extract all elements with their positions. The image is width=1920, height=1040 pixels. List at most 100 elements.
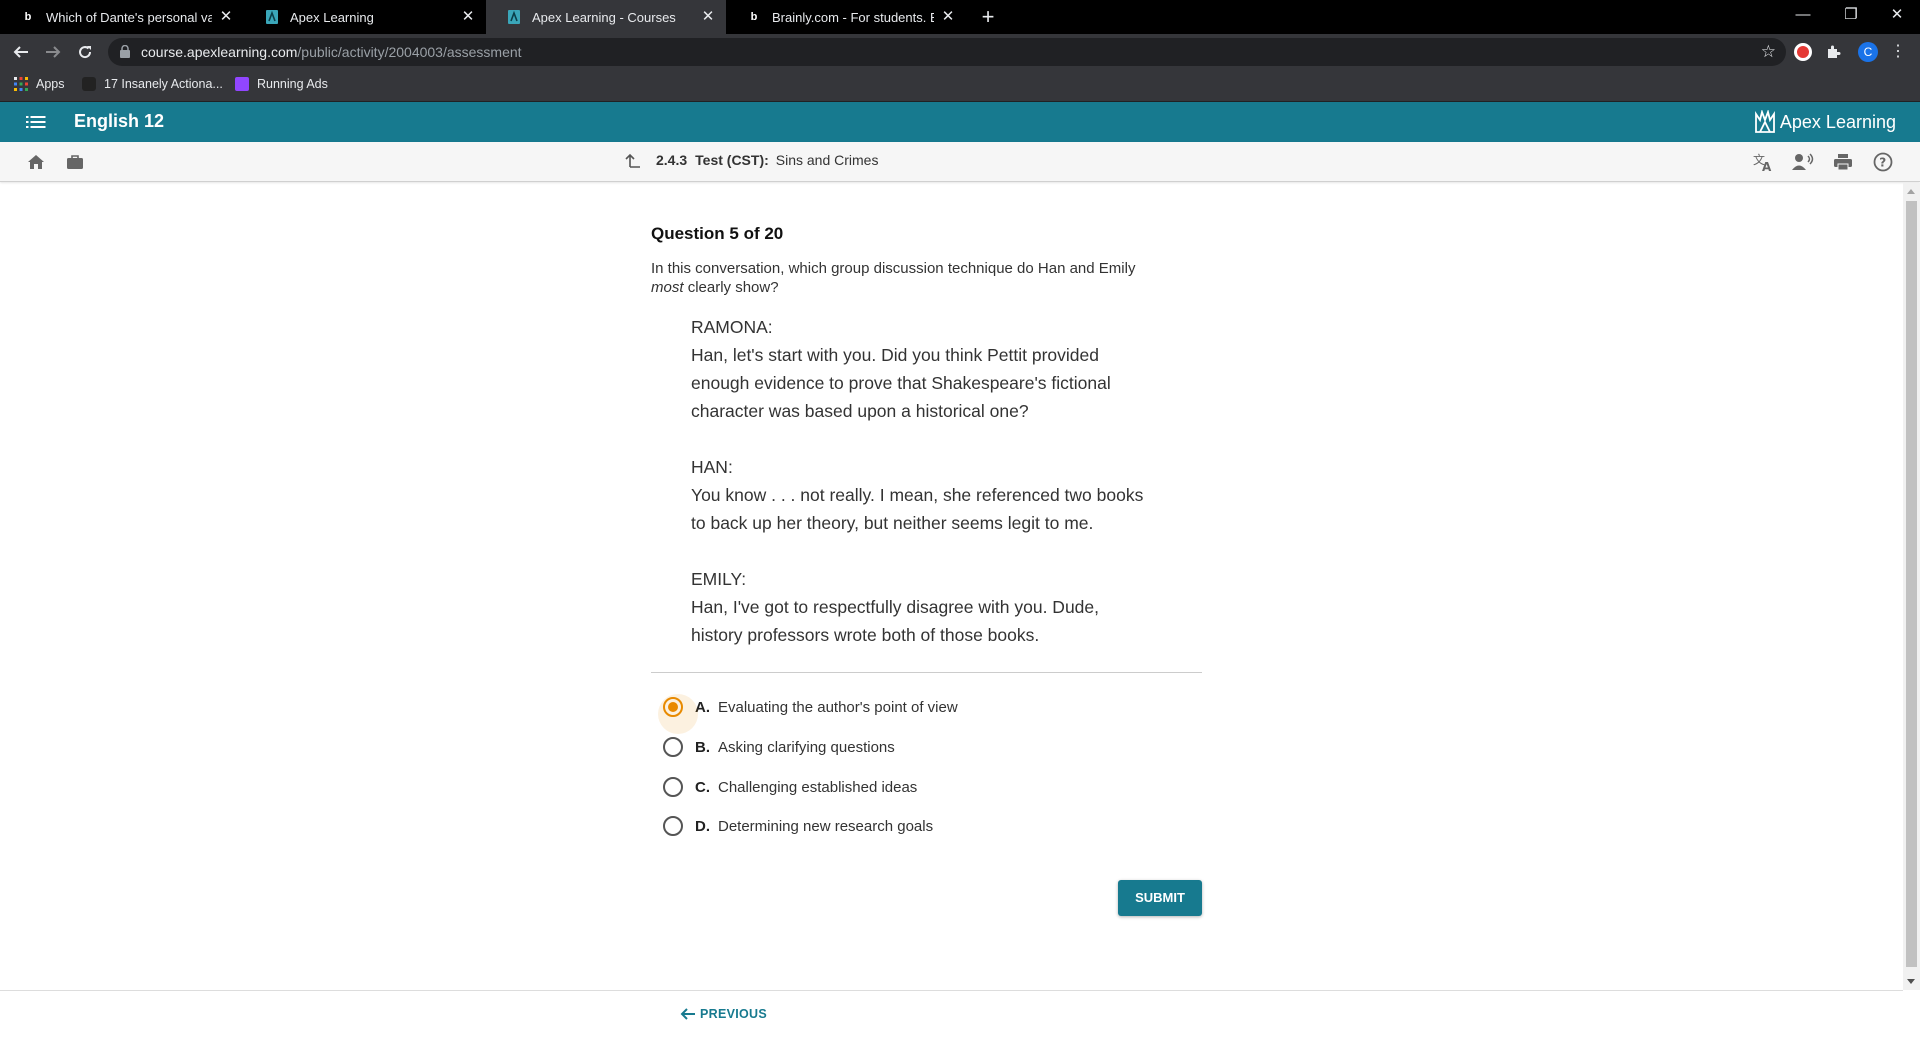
arrow-left-icon	[680, 1008, 695, 1020]
dialogue-line: You know . . . not really. I mean, she r…	[691, 485, 1144, 505]
logo-text: Apex Learning	[1779, 111, 1896, 132]
apps-grid-icon	[14, 77, 28, 91]
option-letter: C.	[695, 778, 710, 796]
bookmark-running-ads[interactable]: Running Ads	[235, 77, 328, 91]
help-icon[interactable]: ?	[1872, 151, 1894, 173]
answer-option-a[interactable]: A. Evaluating the author's point of view	[658, 692, 958, 734]
bookmark-favicon	[82, 77, 96, 91]
lock-icon	[120, 45, 130, 58]
apex-learning-logo: Apex Learning	[1754, 110, 1896, 134]
forward-arrow-icon	[46, 46, 61, 58]
speaker-name: EMILY:	[691, 569, 747, 589]
forward-button[interactable]	[41, 40, 65, 64]
previous-label: PREVIOUS	[700, 1007, 767, 1021]
browser-tab-2[interactable]: Apex Learning ✕	[244, 0, 486, 34]
close-window-button[interactable]: ✕	[1874, 0, 1920, 34]
bookmark-star-icon[interactable]: ☆	[1761, 42, 1776, 62]
page-scrollbar[interactable]	[1903, 183, 1920, 990]
up-level-icon[interactable]	[624, 152, 642, 168]
dialogue-line: history professors wrote both of those b…	[691, 625, 1040, 645]
minimize-button[interactable]: —	[1780, 0, 1826, 34]
browser-toolbar: course.apexlearning.com/public/activity/…	[0, 34, 1920, 70]
bookmark-label: Running Ads	[257, 77, 328, 91]
profile-avatar[interactable]: C	[1858, 42, 1878, 62]
option-text: Evaluating the author's point of view	[718, 698, 958, 716]
scroll-up-icon[interactable]	[1907, 189, 1915, 194]
radio-button[interactable]	[663, 777, 683, 797]
bookmark-apps[interactable]: Apps	[14, 77, 65, 91]
question-counter: Question 5 of 20	[651, 224, 784, 243]
bookmarks-bar: Apps 17 Insanely Actiona... Running Ads	[0, 70, 1920, 102]
close-tab-icon[interactable]: ✕	[460, 9, 476, 25]
option-text: Determining new research goals	[718, 817, 934, 835]
scrollbar-thumb[interactable]	[1906, 201, 1917, 967]
restore-button[interactable]: ❐	[1828, 0, 1874, 34]
svg-text:A: A	[1762, 160, 1772, 172]
print-icon[interactable]	[1832, 151, 1854, 173]
radio-button-selected[interactable]	[658, 694, 698, 734]
dialogue-line: enough evidence to prove that Shakespear…	[691, 373, 1111, 393]
briefcase-icon[interactable]	[64, 151, 86, 173]
bookmark-label: Apps	[36, 77, 65, 91]
brainly-icon: b	[750, 11, 758, 23]
extensions-puzzle-icon[interactable]	[1821, 40, 1845, 64]
prompt-emphasis: most	[651, 279, 684, 296]
browser-tab-4[interactable]: b Brainly.com - For students. By student…	[726, 0, 966, 34]
tab-title: Brainly.com - For students. By students	[772, 9, 934, 25]
close-tab-icon[interactable]: ✕	[218, 9, 234, 25]
activity-title: Sins and Crimes	[775, 152, 879, 168]
option-letter: B.	[695, 738, 710, 756]
prompt-text-end: clearly show?	[687, 279, 779, 296]
option-text: Challenging established ideas	[718, 778, 918, 796]
dialogue-line: character was based upon a historical on…	[691, 401, 1029, 421]
dialogue-passage: RAMONA: Han, let's start with you. Did y…	[691, 313, 1171, 649]
back-arrow-icon	[13, 46, 28, 58]
new-tab-button[interactable]: +	[976, 5, 1000, 29]
speaker-name: RAMONA:	[691, 317, 773, 337]
course-title: English 12	[74, 111, 165, 131]
activity-toolbar: 2.4.3 Test (CST): Sins and Crimes 文A ?	[0, 142, 1920, 182]
apex-icon	[264, 9, 280, 25]
browser-tab-1[interactable]: b Which of Dante's personal values ✕	[0, 0, 244, 34]
activity-footer: PREVIOUS	[0, 990, 1903, 1040]
answer-option-b[interactable]: B. Asking clarifying questions	[663, 732, 895, 762]
back-button[interactable]	[9, 40, 33, 64]
twitch-icon	[235, 77, 249, 91]
answer-option-c[interactable]: C. Challenging established ideas	[663, 772, 917, 802]
address-bar[interactable]: course.apexlearning.com/public/activity/…	[108, 38, 1786, 66]
reload-button[interactable]	[73, 40, 97, 64]
apex-logo-icon	[1755, 110, 1775, 133]
option-letter: D.	[695, 817, 710, 835]
submit-button[interactable]: SUBMIT	[1118, 880, 1202, 916]
bookmark-17-insanely[interactable]: 17 Insanely Actiona...	[82, 77, 223, 91]
activity-number: 2.4.3	[656, 152, 688, 168]
prompt-text: In this conversation, which group discus…	[651, 260, 1136, 277]
browser-menu-icon[interactable]: ⋮	[1890, 42, 1906, 62]
menu-icon[interactable]	[26, 114, 46, 130]
tab-title: Apex Learning	[290, 9, 374, 25]
translate-icon[interactable]: 文A	[1752, 151, 1774, 173]
radio-button[interactable]	[663, 816, 683, 836]
previous-button[interactable]: PREVIOUS	[680, 1007, 767, 1021]
browser-tab-3[interactable]: Apex Learning - Courses ✕	[486, 0, 726, 34]
brainly-icon: b	[24, 11, 32, 23]
svg-text:?: ?	[1879, 156, 1886, 170]
breadcrumb: 2.4.3 Test (CST): Sins and Crimes	[624, 152, 878, 168]
divider	[651, 672, 1202, 673]
scroll-down-icon[interactable]	[1907, 979, 1915, 984]
apex-icon	[506, 9, 522, 25]
radio-button[interactable]	[663, 737, 683, 757]
bookmark-label: 17 Insanely Actiona...	[104, 77, 223, 91]
browser-tab-strip: b Which of Dante's personal values ✕ Ape…	[0, 0, 1920, 34]
speaker-name: HAN:	[691, 457, 733, 477]
home-icon[interactable]	[25, 151, 47, 173]
reload-icon	[79, 46, 92, 59]
tab-title: Apex Learning - Courses	[532, 9, 676, 25]
close-tab-icon[interactable]: ✕	[700, 9, 716, 25]
extension-record-icon[interactable]	[1794, 43, 1812, 61]
read-aloud-icon[interactable]	[1792, 151, 1814, 173]
answer-option-d[interactable]: D. Determining new research goals	[663, 811, 933, 841]
dialogue-line: Han, I've got to respectfully disagree w…	[691, 597, 1100, 617]
close-tab-icon[interactable]: ✕	[940, 9, 956, 25]
activity-type: Test (CST):	[695, 152, 769, 168]
